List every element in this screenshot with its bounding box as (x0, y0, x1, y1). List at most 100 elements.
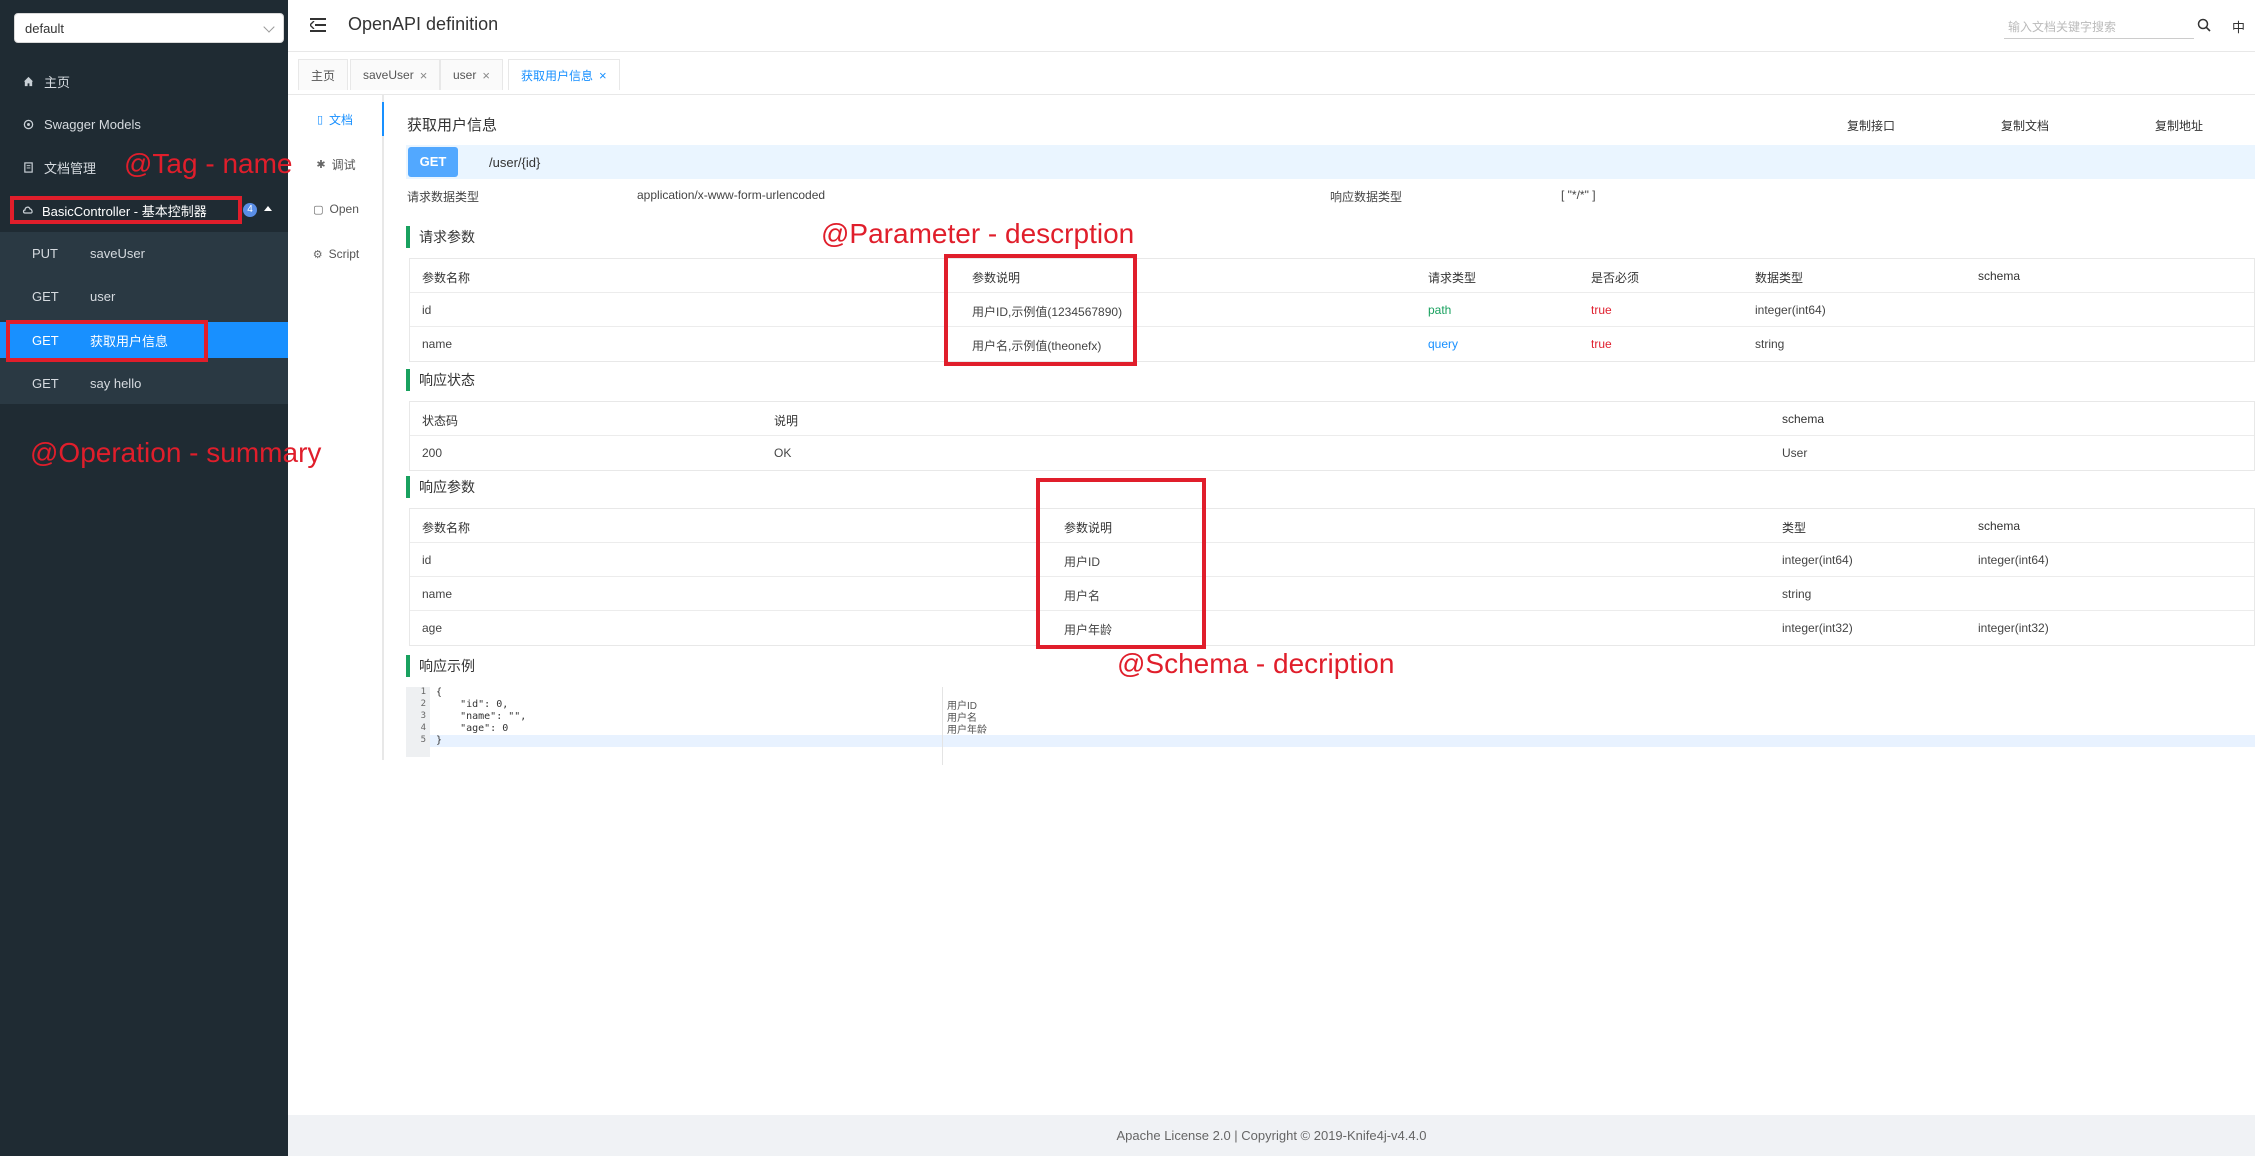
section-response-example: 响应示例 (406, 655, 475, 677)
subtab-label: 文档 (329, 112, 354, 127)
table-row: id 用户ID,示例值(1234567890) path true intege… (410, 293, 2254, 327)
search-input[interactable] (2004, 15, 2194, 39)
column-header: schema (1978, 519, 2021, 533)
param-name: id (422, 303, 432, 317)
section-response-params: 响应参数 (406, 476, 475, 498)
table-row: 200 OK User (410, 436, 2254, 470)
tab-label: 主页 (311, 68, 336, 83)
copy-api-link[interactable]: 复制接口 (1847, 117, 1895, 134)
operation-item-say-hello[interactable]: GET say hello (0, 365, 288, 401)
section-request-params: 请求参数 (406, 226, 475, 248)
chevron-up-icon[interactable] (264, 206, 272, 211)
table-header-row: 参数名称 参数说明 类型 schema (410, 509, 2254, 543)
code-line: "name": "", (436, 711, 527, 722)
annotation-box-parameter (944, 254, 1137, 366)
script-icon: ⚙ (312, 248, 323, 261)
field-type: string (1782, 587, 1812, 601)
menu-collapse-icon[interactable] (310, 18, 326, 32)
close-icon[interactable]: × (482, 68, 490, 83)
tab-label: saveUser (363, 68, 414, 82)
close-icon[interactable]: × (599, 68, 607, 83)
annotation-schema-description: @Schema - decription (1117, 648, 1395, 679)
column-header: 参数名称 (422, 521, 471, 535)
models-icon (22, 118, 34, 130)
subtab-script[interactable]: ⚙ Script (288, 237, 384, 271)
operation-method: GET (32, 288, 59, 304)
operation-item-user[interactable]: GET user (0, 278, 288, 314)
column-header: schema (1978, 269, 2021, 283)
tab-get-user-info[interactable]: 获取用户信息 × (508, 59, 620, 90)
param-type: string (1755, 337, 1785, 351)
search-icon[interactable] (2196, 17, 2212, 33)
code-line: "id": 0, (436, 699, 509, 710)
req-type-label: 请求数据类型 (407, 190, 480, 204)
sidebar-item-label: Swagger Models (44, 116, 141, 132)
sidebar-item-label: 主页 (44, 74, 71, 90)
copy-doc-link[interactable]: 复制文档 (2001, 117, 2049, 134)
file-icon: ▢ (313, 203, 324, 216)
line-number: 2 (420, 699, 426, 709)
subtab-debug[interactable]: ✱ 调试 (288, 147, 384, 181)
param-in: query (1428, 337, 1459, 351)
code-line: { (436, 687, 443, 698)
copy-url-link[interactable]: 复制地址 (2155, 117, 2203, 134)
cloud-icon (22, 204, 34, 216)
param-required: true (1591, 303, 1612, 317)
doc-content: 获取用户信息 复制接口 复制文档 复制地址 GET /user/{id} 请求数… (386, 95, 2255, 1115)
field-name: age (422, 621, 443, 635)
response-status-table: 状态码 说明 schema 200 OK User (409, 401, 2255, 471)
sidebar-item-home[interactable]: 主页 (0, 63, 288, 99)
language-toggle[interactable]: 中 (2232, 17, 2245, 36)
subtab-open[interactable]: ▢ Open (288, 192, 384, 226)
request-params-table: 参数名称 参数说明 请求类型 是否必须 数据类型 schema id 用户ID,… (409, 258, 2255, 362)
close-icon[interactable]: × (420, 68, 428, 83)
resp-type-value: [ "*/*" ] (1561, 188, 1596, 202)
operation-label: saveUser (90, 245, 145, 261)
status-code: 200 (422, 446, 443, 460)
subtab-label: Script (328, 247, 360, 261)
section-response-status: 响应状态 (406, 369, 475, 391)
column-header: 数据类型 (1755, 271, 1804, 285)
field-type: integer(int32) (1782, 621, 1853, 635)
page-tabs: 主页 saveUser × user × 获取用户信息 × (288, 53, 2255, 95)
annotation-operation-summary: @Operation - summary (30, 437, 322, 468)
chevron-down-icon (263, 21, 275, 33)
table-row: age 用户年龄 integer(int32) integer(int32) (410, 611, 2254, 645)
operation-item-saveuser[interactable]: PUT saveUser (0, 235, 288, 271)
tab-label: user (453, 68, 477, 82)
req-type-value: application/x-www-form-urlencoded (637, 188, 826, 202)
column-header: 说明 (774, 414, 799, 428)
field-schema: integer(int32) (1978, 621, 2049, 635)
app-title: OpenAPI definition (348, 14, 499, 34)
operation-method: GET (32, 375, 59, 391)
line-number-gutter: 1 2 3 4 5 (406, 687, 430, 757)
annotation-box-schema (1036, 478, 1206, 649)
line-number: 4 (420, 723, 426, 733)
table-row: id 用户ID integer(int64) integer(int64) (410, 543, 2254, 577)
response-example-code: 1 2 3 4 5 { "id": 0, "name": "", "age": … (406, 687, 2255, 765)
column-header: 状态码 (422, 414, 459, 428)
tab-home[interactable]: 主页 (298, 59, 349, 90)
bug-icon: ✱ (316, 158, 326, 171)
sidebar-item-label: 文档管理 (44, 160, 97, 176)
code-line: "age": 0 (436, 723, 509, 734)
subtab-label: 调试 (331, 157, 356, 172)
status-description: OK (774, 446, 792, 460)
response-params-table: 参数名称 参数说明 类型 schema id 用户ID integer(int6… (409, 508, 2255, 646)
subtab-label: Open (329, 202, 359, 216)
tab-label: 获取用户信息 (521, 68, 594, 83)
annotation-tag-name: @Tag - name (124, 148, 293, 179)
line-number: 3 (420, 711, 426, 721)
field-schema: integer(int64) (1978, 553, 2049, 567)
tab-saveuser[interactable]: saveUser × (350, 59, 441, 90)
code-line: } (436, 735, 443, 746)
sidebar-item-swagger-models[interactable]: Swagger Models (0, 106, 288, 142)
line-number: 5 (420, 735, 426, 745)
tab-user[interactable]: user × (440, 59, 503, 90)
sidebar-item-basic-controller[interactable]: BasicController - 基本控制器 (10, 196, 242, 224)
group-select[interactable]: default (14, 13, 284, 43)
subtab-doc[interactable]: ▯ 文档 (288, 102, 384, 136)
operation-count-badge: 4 (243, 203, 257, 217)
field-name: name (422, 587, 453, 601)
active-line-highlight (430, 735, 2255, 747)
